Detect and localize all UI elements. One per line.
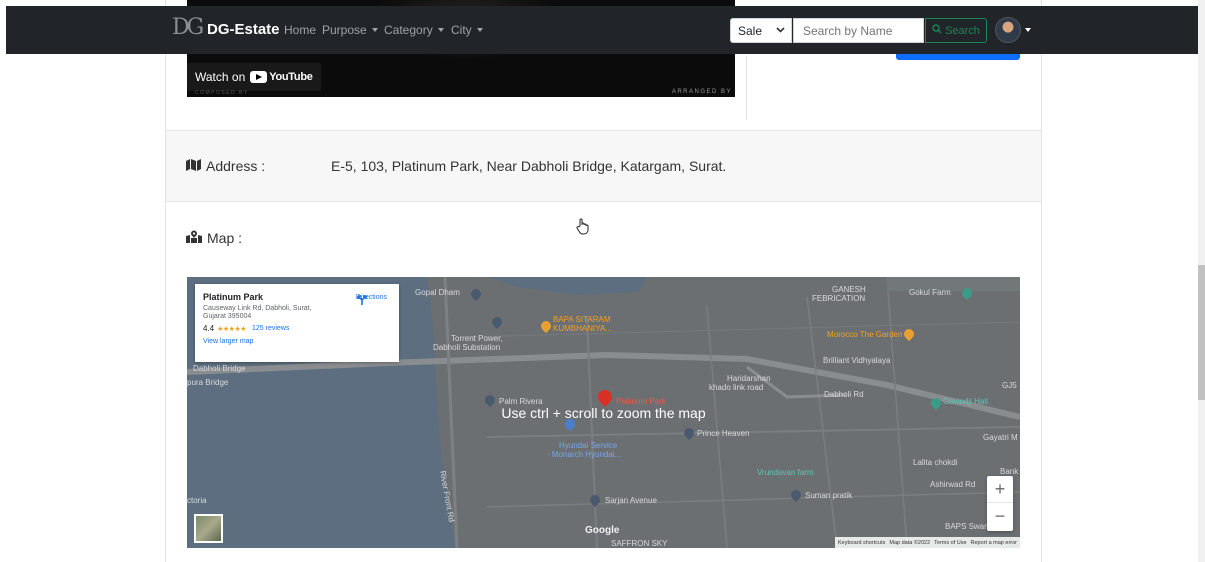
place-address: Causeway Link Rd, Dabholi, Surat, Gujara… bbox=[203, 305, 312, 320]
map-label-prince-heaven: Prince Heaven bbox=[697, 429, 750, 438]
map-label-sarjan-avenue: Sarjan Avenue bbox=[605, 496, 657, 505]
map-label-bapa-sitaram: BAPA SITARAM bbox=[553, 315, 611, 324]
reviews-link[interactable]: 125 reviews bbox=[252, 325, 289, 332]
youtube-logo: YouTube bbox=[250, 71, 313, 83]
caret-down-icon[interactable] bbox=[1025, 28, 1031, 32]
zoom-out-button[interactable]: − bbox=[987, 503, 1013, 530]
hand-pointer-icon bbox=[576, 218, 590, 238]
page-scrollbar[interactable] bbox=[1198, 0, 1205, 562]
map-label-ashirwad-rd: Ashirwad Rd bbox=[930, 480, 976, 489]
user-avatar[interactable] bbox=[995, 17, 1021, 43]
youtube-play-icon bbox=[250, 71, 268, 83]
map-label-haridarshan: Haridarshan bbox=[727, 374, 771, 383]
rating-value: 4.4 bbox=[203, 324, 215, 333]
map-label-text: Map : bbox=[207, 230, 243, 246]
brand-name[interactable]: DG-Estate bbox=[207, 21, 280, 38]
purpose-select[interactable]: Sale bbox=[730, 18, 792, 43]
place-info-card: Platinum Park Causeway Link Rd, Dabholi,… bbox=[195, 284, 399, 362]
property-detail-card: Watch on YouTube COMPOSED BY ARRANGED BY… bbox=[165, 0, 1042, 562]
map-label-hyundai-service: Hyundai Service bbox=[559, 441, 618, 450]
map-label-kumbhaniya: KUMBHANIYA... bbox=[553, 324, 612, 333]
search-input[interactable] bbox=[793, 18, 924, 43]
youtube-wordmark: YouTube bbox=[269, 71, 313, 83]
map-data-text: Map data ©2022 bbox=[889, 539, 931, 546]
map-label-bank: Bank bbox=[1000, 467, 1019, 476]
divider bbox=[166, 201, 1041, 202]
directions-button[interactable]: Directions bbox=[356, 294, 387, 305]
star-icons: ★★★★★ bbox=[217, 325, 247, 333]
map-label-ganesh: GANESH bbox=[832, 285, 866, 294]
map-label-lalita-chokdi: Lalita chokdi bbox=[913, 458, 958, 467]
map-label-saffron-sky: SAFFRON SKY bbox=[611, 539, 668, 548]
nav-home[interactable]: Home bbox=[284, 23, 316, 37]
map-label-gopal-dham: Gopal Dham bbox=[415, 288, 460, 297]
top-navbar: DG DG-Estate Home Purpose Category City … bbox=[6, 6, 1199, 54]
map-label: Map : bbox=[186, 230, 242, 246]
google-logo: Google bbox=[585, 525, 620, 536]
map-label-toria: ctoria bbox=[187, 496, 207, 505]
map-label-torrent-power: Torrent Power, bbox=[451, 334, 503, 343]
map-label-dabholi-bridge: Dabholi Bridge bbox=[193, 364, 246, 373]
watch-on-label: Watch on bbox=[195, 70, 246, 84]
terms-of-use-link[interactable]: Terms of Use bbox=[934, 540, 966, 546]
address-value: E-5, 103, Platinum Park, Near Dabholi Br… bbox=[331, 158, 727, 174]
map-label-monarch-hyundai: - Monarch Hyundai... bbox=[547, 450, 622, 459]
watch-on-youtube-button[interactable]: Watch on YouTube bbox=[187, 63, 321, 91]
nav-city-dropdown[interactable]: City bbox=[451, 23, 483, 37]
place-rating: 4.4 ★★★★★ 125 reviews bbox=[203, 324, 391, 333]
address-row: Address : E-5, 103, Platinum Park, Near … bbox=[166, 131, 1041, 201]
video-composed-by: COMPOSED BY bbox=[195, 90, 249, 96]
search-icon bbox=[932, 24, 942, 37]
map-label-gj5: GJ5 bbox=[1002, 381, 1017, 390]
map-label-vrundavan-farm: Vrundavan farm bbox=[757, 468, 814, 477]
keyboard-shortcuts-link[interactable]: Keyboard shortcuts bbox=[838, 540, 885, 546]
google-map-embed[interactable]: Gopal Dham BAPA SITARAM KUMBHANIYA... To… bbox=[187, 277, 1020, 548]
address-label-text: Address : bbox=[206, 158, 266, 174]
nav-purpose-dropdown[interactable]: Purpose bbox=[322, 23, 378, 37]
nav-category-dropdown[interactable]: Category bbox=[384, 23, 444, 37]
map-label-brilliant-vidhyalaya: Brilliant Vidhyalaya bbox=[823, 356, 891, 365]
map-zoom-controls: + − bbox=[987, 476, 1013, 531]
video-arranged-by: ARRANGED BY bbox=[671, 89, 732, 95]
scrollbar-thumb[interactable] bbox=[1198, 265, 1205, 400]
chevron-down-icon bbox=[776, 23, 785, 40]
view-larger-map-link[interactable]: View larger map bbox=[203, 338, 391, 345]
purpose-select-value: Sale bbox=[738, 24, 763, 38]
zoom-in-button[interactable]: + bbox=[987, 476, 1013, 503]
map-label-morocco-garden: Morocco The Garden bbox=[827, 330, 903, 339]
dg-logo-icon[interactable]: DG bbox=[172, 15, 204, 40]
report-map-error-link[interactable]: Report a map error bbox=[971, 540, 1017, 546]
search-button-label: Search bbox=[945, 24, 980, 37]
map-marked-icon bbox=[186, 230, 202, 246]
map-label-khado-link-road: khado link road bbox=[709, 383, 764, 392]
search-button[interactable]: Search bbox=[925, 18, 987, 43]
map-label-gokul-farm: Gokul Farm bbox=[909, 288, 951, 297]
map-label-dabholi-substation: Dabholi Substation bbox=[433, 343, 501, 352]
sidebar-divider bbox=[746, 56, 747, 120]
map-label-suman-pratik: Suman pratik bbox=[805, 491, 853, 500]
map-label-febrication: FEBRICATION bbox=[812, 294, 866, 303]
map-attribution: Keyboard shortcuts Map data ©2022 Terms … bbox=[834, 537, 1020, 548]
zoom-hint-overlay: Use ctrl + scroll to zoom the map bbox=[501, 405, 706, 421]
map-label-gayatri: Gayatri M bbox=[983, 433, 1018, 442]
map-label-dabholi-rd: Dabholi Rd bbox=[824, 390, 864, 399]
satellite-toggle-button[interactable] bbox=[194, 514, 223, 543]
address-label: Address : bbox=[186, 158, 265, 174]
map-icon bbox=[186, 158, 201, 174]
map-label-pura-bridge: pura Bridge bbox=[187, 378, 229, 387]
